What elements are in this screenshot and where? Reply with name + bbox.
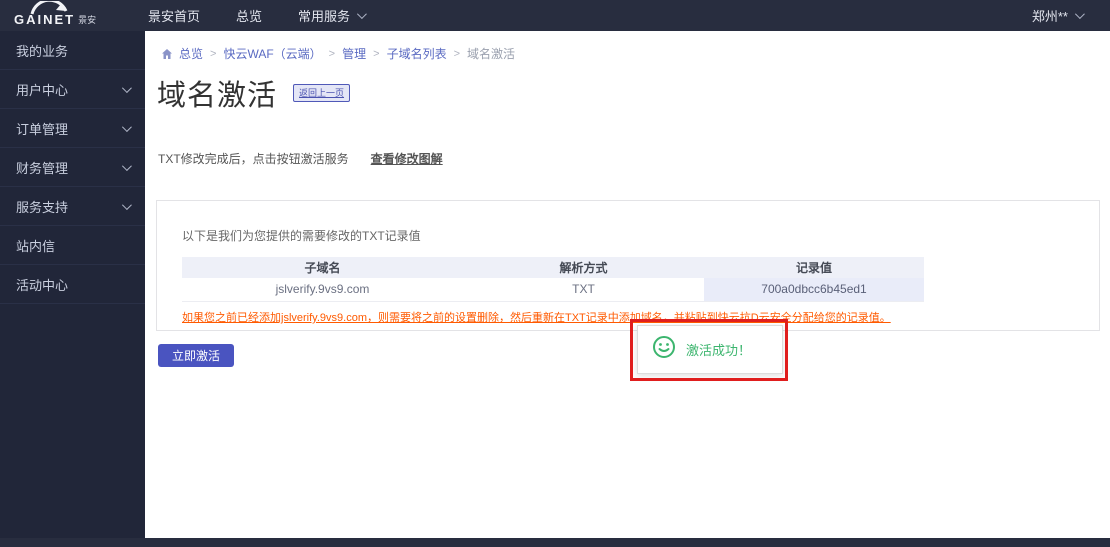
chevron-down-icon <box>121 121 132 132</box>
warning-text: 如果您之前已经添加jslverify.9vs9.com，则需要将之前的设置删除，… <box>182 312 891 324</box>
table-row: jslverify.9vs9.com TXT 700a0dbcc6b45ed1 <box>182 278 924 302</box>
txt-record-table: 子域名 解析方式 记录值 jslverify.9vs9.com TXT 700a… <box>182 257 924 302</box>
top-navigation: 景安首页 总览 常用服务 <box>130 0 382 31</box>
breadcrumb-separator: > <box>453 47 461 60</box>
column-header-resolve-type: 解析方式 <box>463 257 704 278</box>
cell-resolve-type: TXT <box>463 278 704 302</box>
sidebar-item-activity-center[interactable]: 活动中心 <box>0 265 145 304</box>
sidebar-item-site-messages[interactable]: 站内信 <box>0 226 145 265</box>
sidebar-item-service-support[interactable]: 服务支持 <box>0 187 145 226</box>
logo[interactable]: GAINET 景安 <box>0 0 130 31</box>
breadcrumb: 总览 > 快云WAF（云端） > 管理 > 子域名列表 > 域名激活 <box>161 45 515 62</box>
chevron-down-icon <box>121 160 132 171</box>
topnav-services-label: 常用服务 <box>298 9 351 24</box>
sidebar-item-user-center[interactable]: 用户中心 <box>0 70 145 109</box>
topbar: GAINET 景安 景安首页 总览 常用服务 郑州** <box>0 0 1110 31</box>
sidebar-item-label: 服务支持 <box>16 199 69 215</box>
breadcrumb-separator: > <box>373 47 380 60</box>
topnav-home[interactable]: 景安首页 <box>130 0 218 31</box>
breadcrumb-overview[interactable]: 总览 <box>179 45 203 62</box>
breadcrumb-waf[interactable]: 快云WAF（云端） <box>223 45 321 62</box>
sidebar-item-order-management[interactable]: 订单管理 <box>0 109 145 148</box>
sidebar: 我的业务 用户中心 订单管理 财务管理 服务支持 站内信 活动中心 <box>0 31 145 547</box>
topnav-home-label: 景安首页 <box>148 9 201 24</box>
sidebar-item-label: 活动中心 <box>16 277 69 293</box>
sidebar-item-label: 我的业务 <box>16 43 69 59</box>
breadcrumb-separator: > <box>328 47 336 60</box>
column-header-subdomain: 子域名 <box>182 257 463 278</box>
home-icon[interactable] <box>161 48 173 60</box>
cell-record-value: 700a0dbcc6b45ed1 <box>704 278 924 302</box>
table-header-row: 子域名 解析方式 记录值 <box>182 257 924 278</box>
chevron-down-icon <box>357 9 367 20</box>
view-diagram-link[interactable]: 查看修改图解 <box>371 150 443 167</box>
footer-strip <box>0 538 1110 547</box>
smiley-success-icon <box>652 335 676 364</box>
breadcrumb-separator: > <box>210 47 217 60</box>
sidebar-item-finance-management[interactable]: 财务管理 <box>0 148 145 187</box>
instruction-text: TXT修改完成后，点击按钮激活服务 <box>158 152 349 166</box>
topnav-services[interactable]: 常用服务 <box>280 0 382 31</box>
breadcrumb-manage[interactable]: 管理 <box>342 45 366 62</box>
success-toast: 激活成功！ <box>637 325 783 374</box>
page: GAINET 景安 景安首页 总览 常用服务 郑州** 我的业务 用户中心 订单… <box>0 0 1110 547</box>
topnav-overview-label: 总览 <box>236 9 263 24</box>
main-content: 总览 > 快云WAF（云端） > 管理 > 子域名列表 > 域名激活 域名激活 … <box>145 31 1110 547</box>
username: 郑州** <box>1031 9 1068 24</box>
breadcrumb-current: 域名激活 <box>467 47 516 61</box>
user-menu[interactable]: 郑州** <box>1031 6 1085 25</box>
chevron-down-icon <box>121 82 132 93</box>
logo-swoosh-icon <box>28 0 70 20</box>
chevron-down-icon <box>121 199 132 210</box>
back-button[interactable]: 返回上一页 <box>293 84 351 102</box>
sidebar-item-my-business[interactable]: 我的业务 <box>0 31 145 70</box>
column-header-record-value: 记录值 <box>704 257 924 278</box>
sidebar-item-label: 用户中心 <box>16 82 69 98</box>
logo-suffix: 景安 <box>78 15 97 25</box>
sidebar-item-label: 订单管理 <box>16 121 69 137</box>
txt-record-card: 以下是我们为您提供的需要修改的TXT记录值 子域名 解析方式 记录值 jslve… <box>156 200 1100 331</box>
sidebar-item-label: 站内信 <box>16 238 56 254</box>
sidebar-item-label: 财务管理 <box>16 160 69 176</box>
toast-message: 激活成功！ <box>686 343 752 358</box>
activate-now-button[interactable]: 立即激活 <box>158 344 234 367</box>
card-intro-text: 以下是我们为您提供的需要修改的TXT记录值 <box>182 229 421 243</box>
page-title: 域名激活 <box>157 80 278 112</box>
topnav-overview[interactable]: 总览 <box>218 0 280 31</box>
cell-subdomain: jslverify.9vs9.com <box>182 278 463 302</box>
breadcrumb-subdomain-list[interactable]: 子域名列表 <box>387 45 447 62</box>
chevron-down-icon <box>1074 9 1085 20</box>
